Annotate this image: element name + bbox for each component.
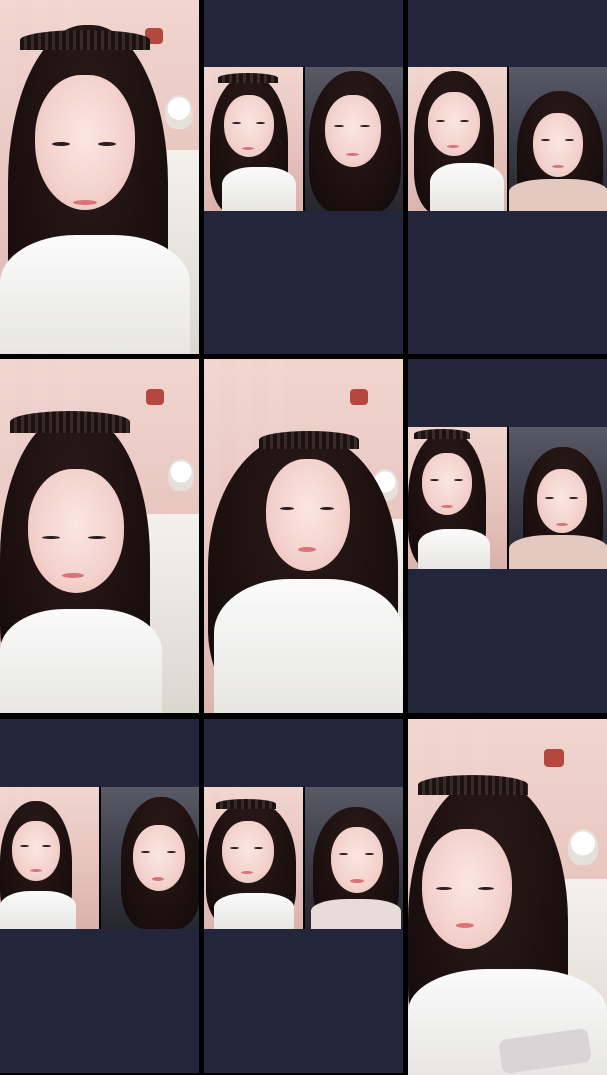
video-tile-9[interactable] [408,719,607,1075]
host-feed [204,67,303,211]
host-feed [0,787,99,929]
video-tile-6[interactable] [408,359,607,713]
host-feed [204,787,303,929]
guest-feed [100,787,199,929]
call-split-panel [408,427,607,569]
guest-feed [508,67,607,211]
video-tile-2[interactable] [204,0,403,354]
video-tile-4[interactable] [0,359,199,713]
host-feed [408,67,507,211]
video-tile-1[interactable] [0,0,199,354]
call-split-panel [408,67,607,211]
doll-figure [568,829,598,865]
ornament [350,389,368,405]
video-tile-3[interactable] [408,0,607,354]
call-split-panel [204,787,403,929]
guest-feed [304,787,403,929]
doll-figure [168,459,194,491]
host-feed [408,427,507,569]
guest-feed [304,67,403,211]
ornament [544,749,564,767]
guest-feed [508,427,607,569]
video-tile-5[interactable] [204,359,403,713]
video-tile-8[interactable] [204,719,403,1073]
video-grid [0,0,607,1075]
video-tile-7[interactable] [0,719,199,1073]
call-split-panel [0,787,199,929]
call-split-panel [204,67,403,211]
ornament [146,389,164,405]
doll-figure [165,95,193,129]
